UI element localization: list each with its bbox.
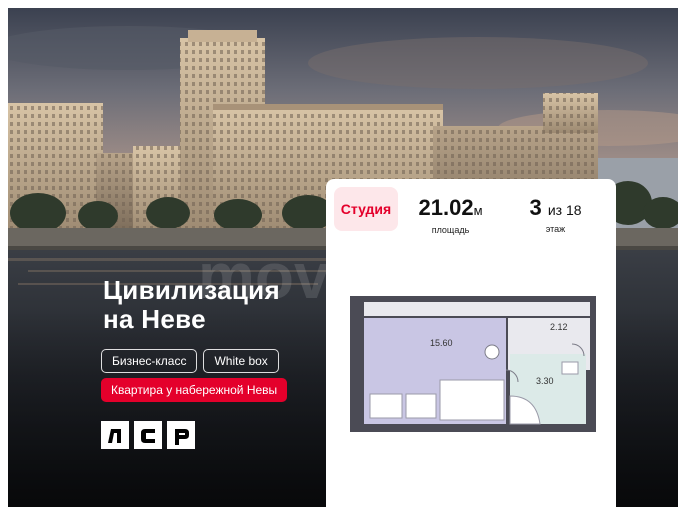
tag-list: Бизнес-класс White box <box>101 349 279 373</box>
tag-business-class[interactable]: Бизнес-класс <box>101 349 198 373</box>
floor-plan[interactable]: 15.60 2.12 3.30 <box>350 296 596 432</box>
area-stat: 21.02м площадь <box>398 187 503 236</box>
room-area-label: 15.60 <box>430 338 453 348</box>
lsr-logo <box>101 421 195 449</box>
promo-title: Цивилизация на Неве <box>103 276 280 334</box>
logo-letter-r-icon <box>167 421 195 449</box>
title-line-1: Цивилизация <box>103 275 280 305</box>
tag-white-box[interactable]: White box <box>203 349 279 373</box>
promo-banner: movitro.ru Цивилизация на Неве Бизнес-кл… <box>8 8 678 507</box>
bath-area-label: 3.30 <box>536 376 554 386</box>
area-unit: м <box>473 203 483 218</box>
area-value: 21.02 <box>418 195 474 220</box>
floor-plan-drawing <box>350 296 596 432</box>
floor-stat: 3 из 18 этаж <box>503 187 608 235</box>
floor-caption: этаж <box>545 224 566 234</box>
apartment-card[interactable]: Студия 21.02м площадь 3 из 18 этаж 15.60… <box>326 179 616 507</box>
card-header: Студия 21.02м площадь 3 из 18 этаж <box>326 179 616 239</box>
logo-letter-s-icon <box>134 421 162 449</box>
logo-letter-r <box>167 421 195 449</box>
apartment-type-badge: Студия <box>334 187 398 231</box>
floor-total: из 18 <box>547 202 582 218</box>
title-line-2: на Неве <box>103 304 206 334</box>
logo-letter-l-icon <box>101 421 129 449</box>
area-caption: площадь <box>431 225 470 235</box>
floor-value: 3 <box>529 195 542 220</box>
hall-area-label: 2.12 <box>550 322 568 332</box>
logo-letter-s <box>134 421 162 449</box>
promo-label[interactable]: Квартира у набережной Невы <box>101 378 288 402</box>
area-line: 21.02м <box>398 195 503 224</box>
logo-letter-l <box>101 421 129 449</box>
floor-line: 3 из 18 <box>503 195 608 223</box>
